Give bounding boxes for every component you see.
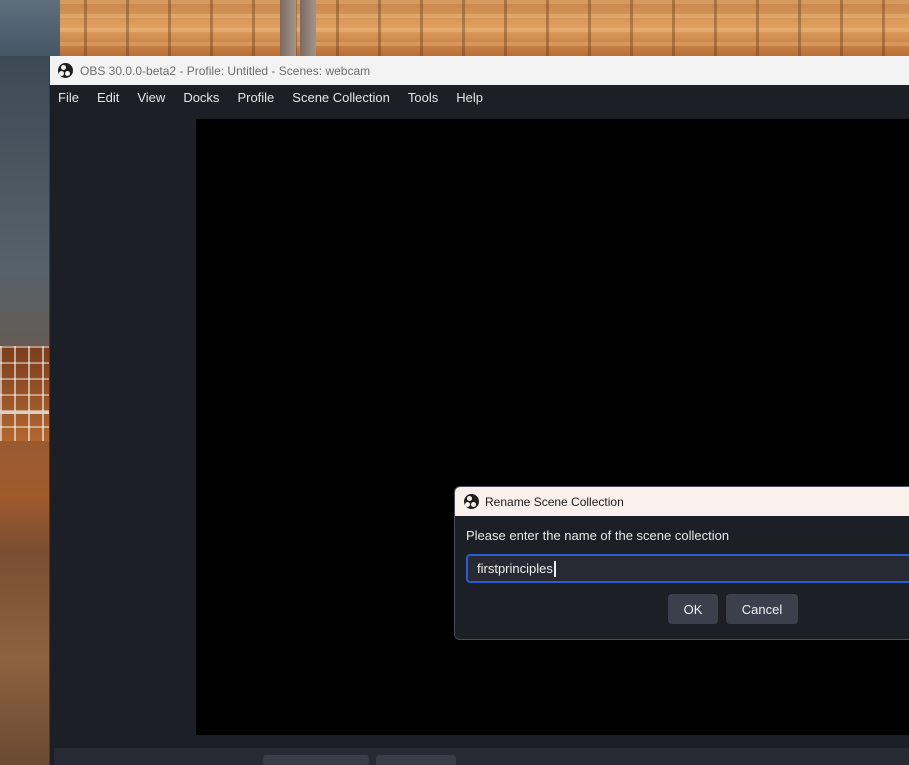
obs-logo-icon (58, 63, 73, 78)
menu-scene-collection[interactable]: Scene Collection (283, 85, 399, 110)
docks-area (54, 748, 909, 765)
menu-profile[interactable]: Profile (228, 85, 283, 110)
dock-button[interactable] (376, 755, 456, 765)
window-title: OBS 30.0.0-beta2 - Profile: Untitled - S… (80, 63, 371, 78)
wallpaper-top (0, 0, 909, 56)
menu-tools[interactable]: Tools (399, 85, 447, 110)
menu-docks[interactable]: Docks (174, 85, 228, 110)
wallpaper-left-strip (0, 56, 49, 765)
wallpaper-column (280, 0, 296, 56)
menu-file[interactable]: File (50, 85, 88, 110)
preview-canvas[interactable] (196, 119, 909, 735)
wallpaper-sky (0, 0, 60, 56)
rename-scene-collection-dialog: Rename Scene Collection Please enter the… (454, 486, 909, 640)
dock-button[interactable] (263, 755, 369, 765)
scene-collection-name-input[interactable]: firstprinciples (466, 554, 909, 583)
obs-logo-icon (464, 494, 479, 509)
obs-main-window: OBS 30.0.0-beta2 - Profile: Untitled - S… (49, 56, 909, 765)
menubar: File Edit View Docks Profile Scene Colle… (50, 85, 909, 110)
dialog-prompt-label: Please enter the name of the scene colle… (466, 528, 730, 543)
wallpaper-rail (0, 411, 49, 414)
input-value: firstprinciples (477, 561, 553, 576)
wallpaper-roof (0, 346, 49, 441)
dialog-titlebar[interactable]: Rename Scene Collection (455, 487, 909, 516)
cancel-button[interactable]: Cancel (726, 594, 798, 624)
menu-help[interactable]: Help (447, 85, 492, 110)
window-titlebar[interactable]: OBS 30.0.0-beta2 - Profile: Untitled - S… (50, 56, 909, 85)
menu-edit[interactable]: Edit (88, 85, 128, 110)
text-caret (553, 560, 556, 577)
dialog-title: Rename Scene Collection (485, 494, 624, 509)
menu-view[interactable]: View (128, 85, 174, 110)
ok-button[interactable]: OK (668, 594, 718, 624)
wallpaper-column (300, 0, 316, 56)
